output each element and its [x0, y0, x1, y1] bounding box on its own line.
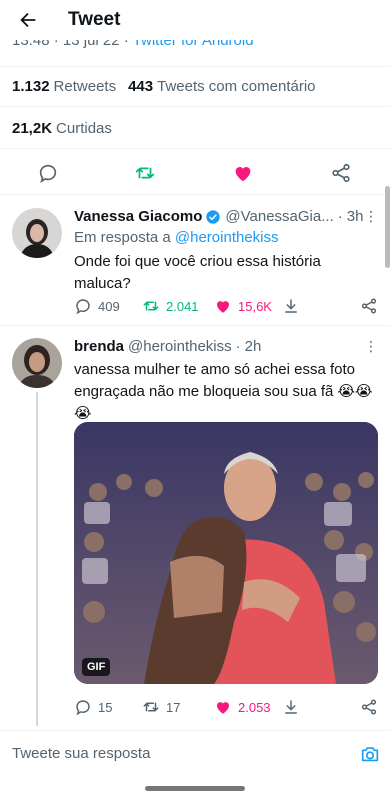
- avatar-photo: [12, 208, 62, 258]
- display-name[interactable]: brenda: [74, 338, 124, 355]
- tweet-actions: 15 17 2.053: [74, 698, 378, 722]
- more-options-icon[interactable]: ⋮: [364, 338, 378, 355]
- back-arrow-icon: [20, 12, 36, 28]
- heart-filled-icon: [217, 301, 229, 313]
- retweet-button[interactable]: 2.041: [142, 297, 199, 315]
- reply-context: Em resposta a @herointhekiss: [74, 229, 279, 246]
- verified-badge-icon: [206, 209, 221, 224]
- reply-composer: Tweete sua resposta: [0, 730, 390, 776]
- user-handle[interactable]: @herointhekiss: [128, 338, 232, 355]
- reply-button[interactable]: [37, 162, 59, 184]
- reply-icon: [39, 164, 57, 184]
- camera-button[interactable]: [350, 743, 390, 765]
- save-button[interactable]: [282, 698, 300, 716]
- user-handle[interactable]: @VanessaGia...: [225, 208, 333, 225]
- heart-filled-icon: [217, 702, 229, 714]
- thread-line: [36, 392, 38, 726]
- separator-dot: ·: [337, 208, 343, 225]
- reply-input[interactable]: Tweete sua resposta: [12, 745, 350, 762]
- retweet-count: 2.041: [166, 298, 199, 314]
- avatar[interactable]: [12, 208, 62, 258]
- likes-label[interactable]: Curtidas: [56, 120, 112, 137]
- gif-media[interactable]: GIF: [74, 422, 378, 684]
- engagement-stats-row: 1.132 Retweets 443 Tweets com comentário: [0, 66, 390, 107]
- likes-stats-row: 21,2K Curtidas: [0, 108, 390, 149]
- reply-tweet[interactable]: brenda @herointhekiss · 2h ⋮ vanessa mul…: [0, 326, 390, 730]
- more-options-icon[interactable]: ⋮: [364, 208, 378, 225]
- likes-count[interactable]: 21,2K: [12, 120, 52, 137]
- retweet-icon: [143, 301, 159, 311]
- retweet-button[interactable]: 17: [142, 698, 180, 716]
- avatar-photo: [12, 338, 62, 388]
- mention-link[interactable]: @herointhekiss: [175, 229, 279, 246]
- reply-icon: [76, 700, 90, 716]
- reply-button[interactable]: 409: [74, 297, 120, 315]
- download-icon: [285, 299, 297, 313]
- tweet-header: brenda @herointhekiss · 2h ⋮: [74, 338, 378, 355]
- save-button[interactable]: [282, 297, 300, 315]
- reply-tweet[interactable]: Vanessa Giacomo @VanessaGia... · 3h ⋮ Em…: [0, 196, 390, 332]
- avatar[interactable]: [12, 338, 62, 388]
- retweet-icon: [135, 167, 155, 179]
- tweet-text: Onde foi que você criou essa história ma…: [74, 253, 321, 292]
- download-icon: [285, 700, 297, 714]
- main-tweet-actions: [0, 150, 390, 195]
- reply-count: 409: [98, 298, 120, 314]
- share-icon: [332, 163, 350, 183]
- like-count: 15,6K: [238, 298, 272, 314]
- like-count: 2.053: [238, 699, 271, 715]
- tweet-text: vanessa mulher te amo só achei essa foto…: [74, 361, 373, 422]
- retweets-count[interactable]: 1.132: [12, 78, 50, 95]
- camera-icon: [361, 746, 379, 761]
- gif-badge: GIF: [82, 658, 111, 676]
- gif-image: [74, 422, 378, 684]
- share-icon: [361, 298, 377, 314]
- share-icon: [361, 699, 377, 715]
- share-button[interactable]: [360, 297, 378, 315]
- display-name[interactable]: Vanessa Giacomo: [74, 208, 202, 225]
- like-button[interactable]: [232, 162, 254, 184]
- share-button[interactable]: [330, 162, 352, 184]
- reply-button[interactable]: 15: [74, 698, 112, 716]
- quotes-label[interactable]: Tweets com comentário: [157, 78, 315, 95]
- home-gesture-handle[interactable]: [145, 786, 245, 791]
- share-button[interactable]: [360, 698, 378, 716]
- quotes-count[interactable]: 443: [128, 78, 153, 95]
- reply-count: 15: [98, 699, 113, 715]
- system-navigation-bar: [0, 776, 390, 800]
- retweets-label[interactable]: Retweets: [54, 78, 117, 95]
- timestamp[interactable]: 2h: [245, 338, 262, 355]
- separator-dot: ·: [235, 338, 241, 355]
- page-title: Tweet: [68, 9, 121, 30]
- tweet-actions: 409 2.041 15,6K: [74, 297, 378, 321]
- retweet-count: 17: [166, 699, 181, 715]
- like-button[interactable]: 15,6K: [214, 297, 272, 315]
- like-button[interactable]: 2.053: [214, 698, 271, 716]
- back-button[interactable]: [8, 0, 48, 40]
- retweet-icon: [143, 702, 159, 712]
- retweet-button[interactable]: [134, 162, 156, 184]
- reply-icon: [76, 299, 90, 315]
- tweet-header: Vanessa Giacomo @VanessaGia... · 3h ⋮: [74, 208, 378, 225]
- heart-filled-icon: [235, 167, 251, 182]
- top-bar: Tweet: [0, 0, 390, 40]
- timestamp[interactable]: 3h: [347, 208, 364, 225]
